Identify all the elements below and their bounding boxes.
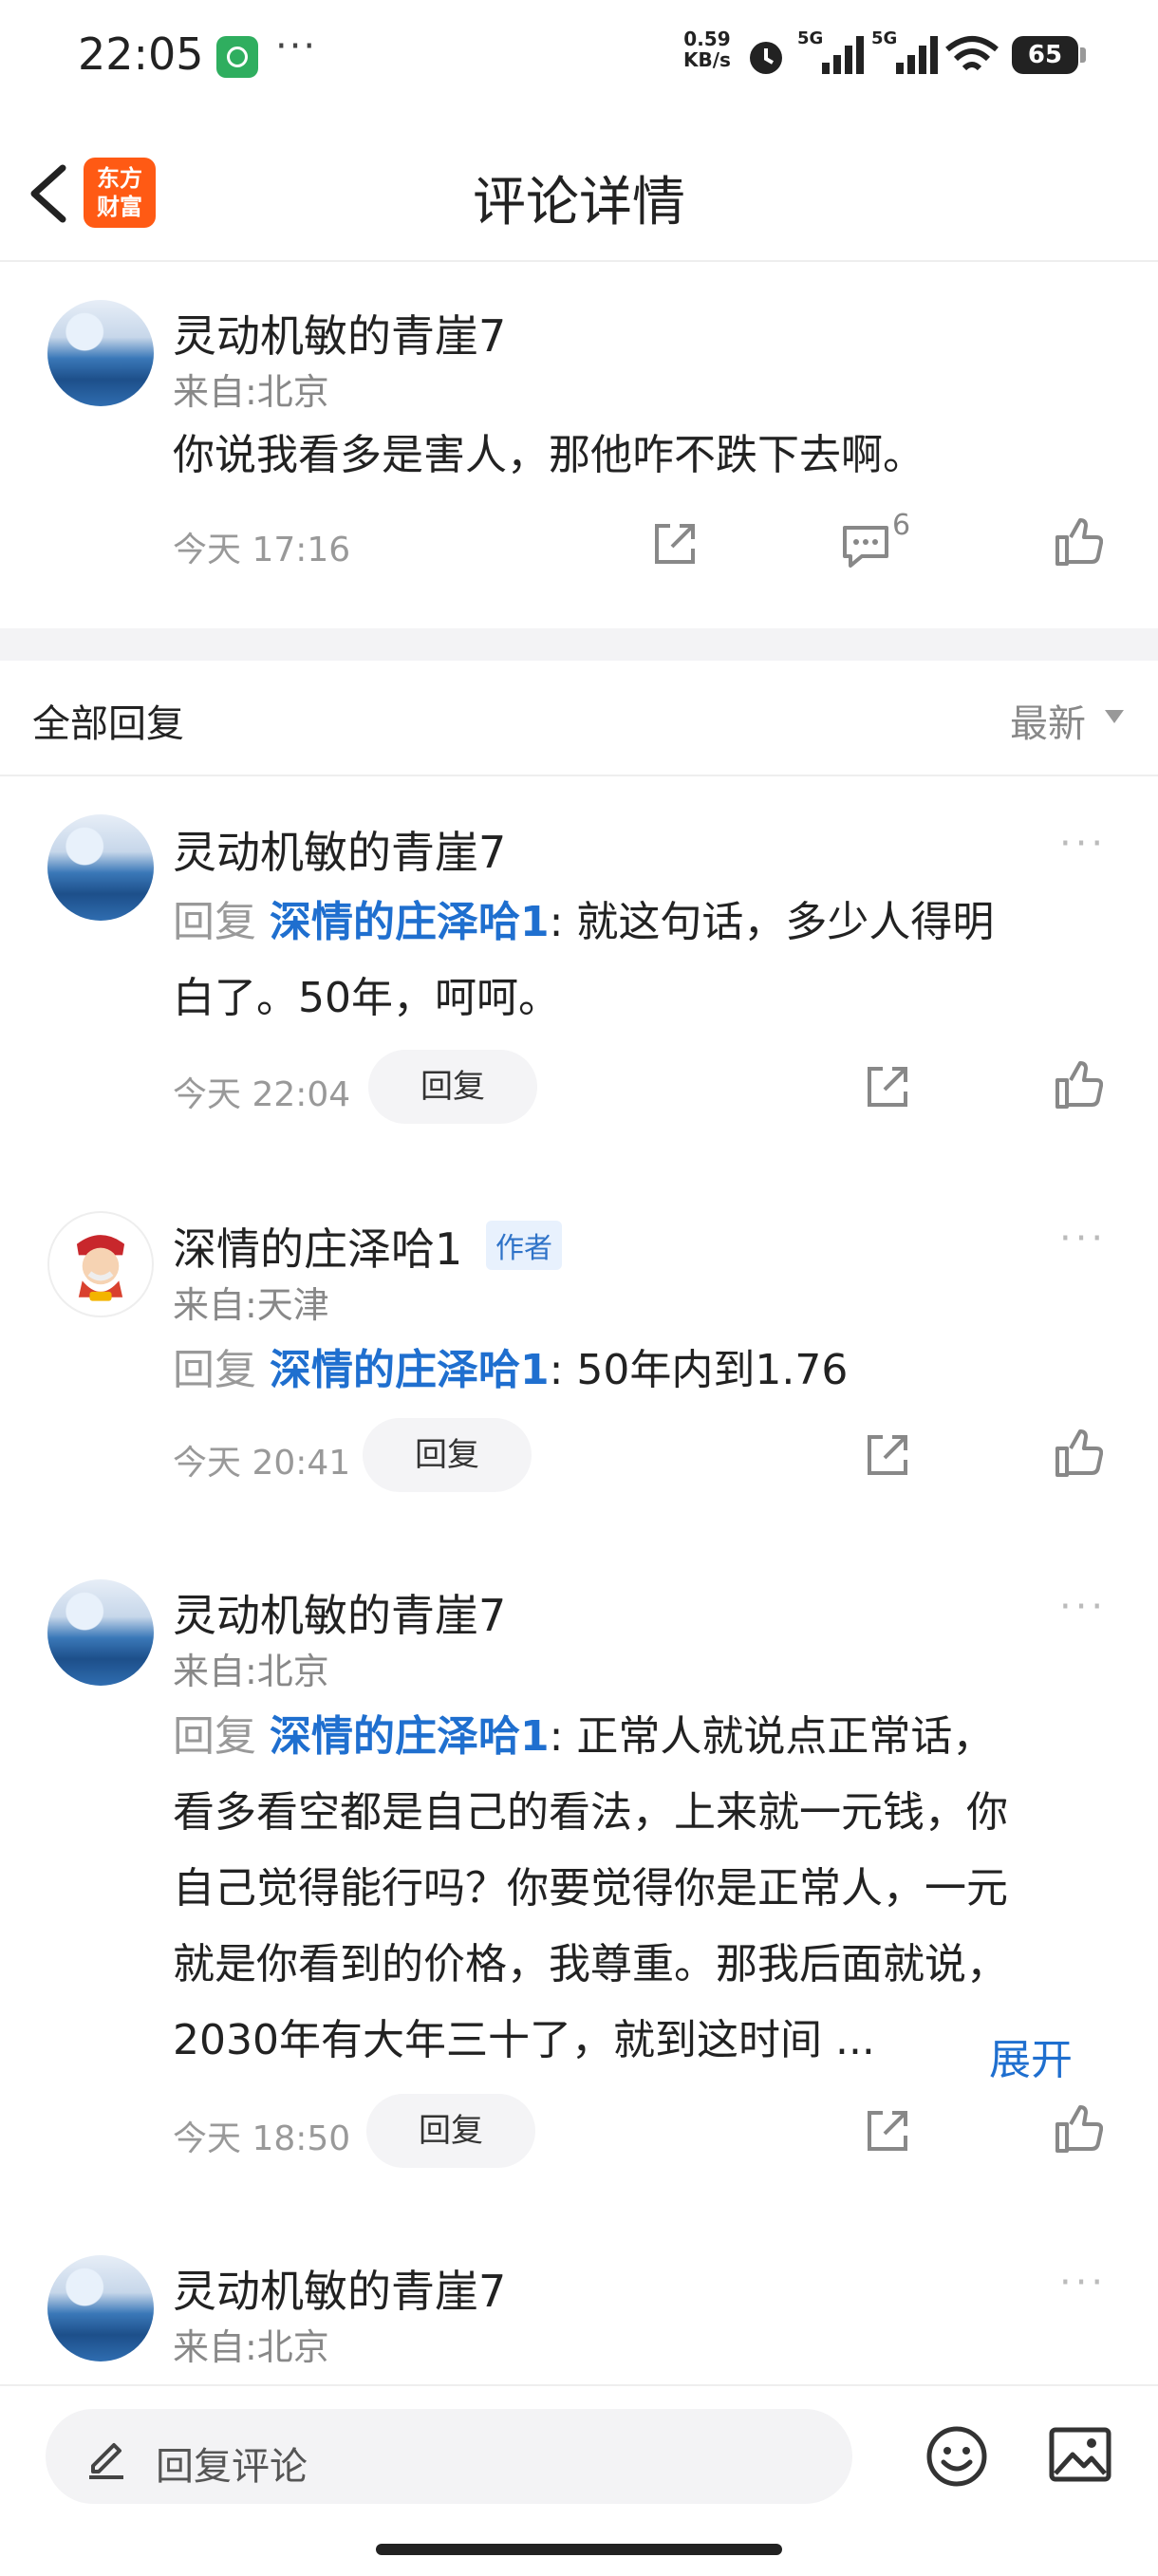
header-divider — [0, 260, 1158, 262]
reply-author[interactable]: 灵动机敏的青崖7 — [173, 2257, 506, 2320]
comment-author[interactable]: 灵动机敏的青崖7 — [173, 302, 506, 364]
all-replies-title: 全部回复 — [32, 702, 184, 746]
net-speed-value: 0.59 — [683, 28, 731, 50]
more-options-icon[interactable]: ··· — [1059, 1585, 1107, 1629]
section-divider — [0, 775, 1158, 776]
reply-button[interactable]: 回复 — [368, 1050, 537, 1124]
reply-author[interactable]: 深情的庄泽哈1 — [173, 1215, 462, 1278]
more-options-icon[interactable]: ··· — [1059, 1217, 1107, 1260]
reply-text-line4: 就是你看到的价格，我尊重。那我后面就说， — [173, 1940, 1008, 1988]
svg-text:5G: 5G — [871, 28, 897, 48]
sort-dropdown[interactable]: 最新 — [1010, 693, 1086, 748]
app-notification-icon — [216, 36, 258, 78]
reply-time: 今天 18:50 — [173, 2119, 351, 2158]
comment-location: 来自:北京 — [173, 371, 329, 413]
reply-author[interactable]: 灵动机敏的青崖7 — [173, 1581, 506, 1644]
avatar[interactable] — [47, 2255, 154, 2361]
caret-down-icon — [1105, 710, 1124, 723]
share-icon[interactable] — [651, 520, 699, 568]
reply-prefix: 回复 — [173, 1712, 256, 1761]
avatar[interactable] — [47, 1579, 154, 1686]
reply-input-placeholder[interactable]: 回复评论 — [156, 2436, 308, 2491]
expand-link[interactable]: 展开 — [989, 2025, 1073, 2086]
reply-text-line1: : 50年内到1.76 — [549, 1346, 849, 1394]
reply-location: 来自:天津 — [173, 1284, 329, 1326]
reply-author[interactable]: 灵动机敏的青崖7 — [173, 818, 506, 881]
wifi-icon — [945, 36, 999, 71]
share-icon[interactable] — [864, 2107, 911, 2155]
battery-indicator: 65 — [1012, 36, 1086, 74]
comment-time: 今天 17:16 — [173, 531, 351, 569]
page-title: 评论详情 — [473, 172, 685, 233]
emoji-icon[interactable] — [925, 2424, 989, 2489]
more-options-icon[interactable]: ··· — [1059, 2261, 1107, 2305]
net-speed: 0.59 KB/s — [683, 28, 731, 70]
app-header: 东方 财富 评论详情 — [0, 112, 1158, 262]
home-indicator[interactable] — [376, 2544, 782, 2555]
share-icon[interactable] — [864, 1063, 911, 1111]
reply-prefix: 回复 — [173, 1346, 256, 1394]
reply-button[interactable]: 回复 — [363, 1418, 532, 1492]
reply-text-line1: : 就这句话，多少人得明 — [549, 898, 995, 946]
status-bar: 22:05 ··· 0.59 KB/s 5G 5G 65 — [0, 0, 1158, 112]
reply-text-line1: : 正常人就说点正常话， — [549, 1712, 995, 1761]
reply-text-line5: 2030年有大年三十了，就到这时间 ... — [173, 2016, 875, 2064]
reply-time: 今天 20:41 — [173, 1444, 351, 1483]
reply-text: 回复 深情的庄泽哈1: 就这句话，多少人得明 白了。50年，呵呵。 — [173, 885, 1103, 1036]
image-icon[interactable] — [1048, 2426, 1112, 2483]
alarm-icon — [750, 42, 782, 74]
section-separator — [0, 628, 1158, 661]
status-time: 22:05 — [78, 28, 204, 80]
reply-button[interactable]: 回复 — [366, 2094, 535, 2168]
reply-text: 回复 深情的庄泽哈1: 50年内到1.76 — [173, 1333, 1103, 1409]
reply-text-line2: 看多看空都是自己的看法，上来就一元钱，你 — [173, 1788, 1008, 1837]
like-icon[interactable] — [1054, 2103, 1103, 2155]
signal-5g-icon-2: 5G — [871, 28, 938, 74]
svg-text:5G: 5G — [797, 28, 823, 48]
reply-location: 来自:北京 — [173, 1651, 329, 1692]
net-speed-unit: KB/s — [683, 48, 731, 71]
reply-time: 今天 22:04 — [173, 1075, 351, 1114]
like-icon[interactable] — [1054, 1059, 1103, 1111]
reply-text: 回复 深情的庄泽哈1: 正常人就说点正常话， 看多看空都是自己的看法，上来就一元… — [173, 1699, 1131, 2079]
reply-prefix: 回复 — [173, 898, 256, 946]
author-badge: 作者 — [486, 1221, 562, 1270]
mention-link[interactable]: 深情的庄泽哈1 — [270, 898, 550, 946]
avatar[interactable] — [47, 1211, 154, 1317]
reply-location: 来自:北京 — [173, 2326, 329, 2368]
signal-5g-icon: 5G — [797, 28, 864, 74]
share-icon[interactable] — [864, 1431, 911, 1479]
mention-link[interactable]: 深情的庄泽哈1 — [270, 1712, 550, 1761]
avatar[interactable] — [47, 300, 154, 406]
reply-text-line2: 白了。50年，呵呵。 — [173, 974, 560, 1022]
mention-link[interactable]: 深情的庄泽哈1 — [270, 1346, 550, 1394]
more-options-icon[interactable]: ··· — [1059, 822, 1107, 866]
comment-count: 6 — [892, 509, 911, 542]
comment-icon[interactable] — [841, 522, 890, 569]
more-notifications-icon: ··· — [275, 25, 318, 68]
avatar[interactable] — [47, 814, 154, 921]
like-icon[interactable] — [1054, 516, 1103, 568]
like-icon[interactable] — [1054, 1428, 1103, 1479]
comment-text: 你说我看多是害人，那他咋不跌下去啊。 — [173, 431, 925, 479]
reply-text-line3: 自己觉得能行吗？你要觉得你是正常人，一元 — [173, 1864, 1008, 1913]
pencil-icon — [89, 2443, 123, 2479]
